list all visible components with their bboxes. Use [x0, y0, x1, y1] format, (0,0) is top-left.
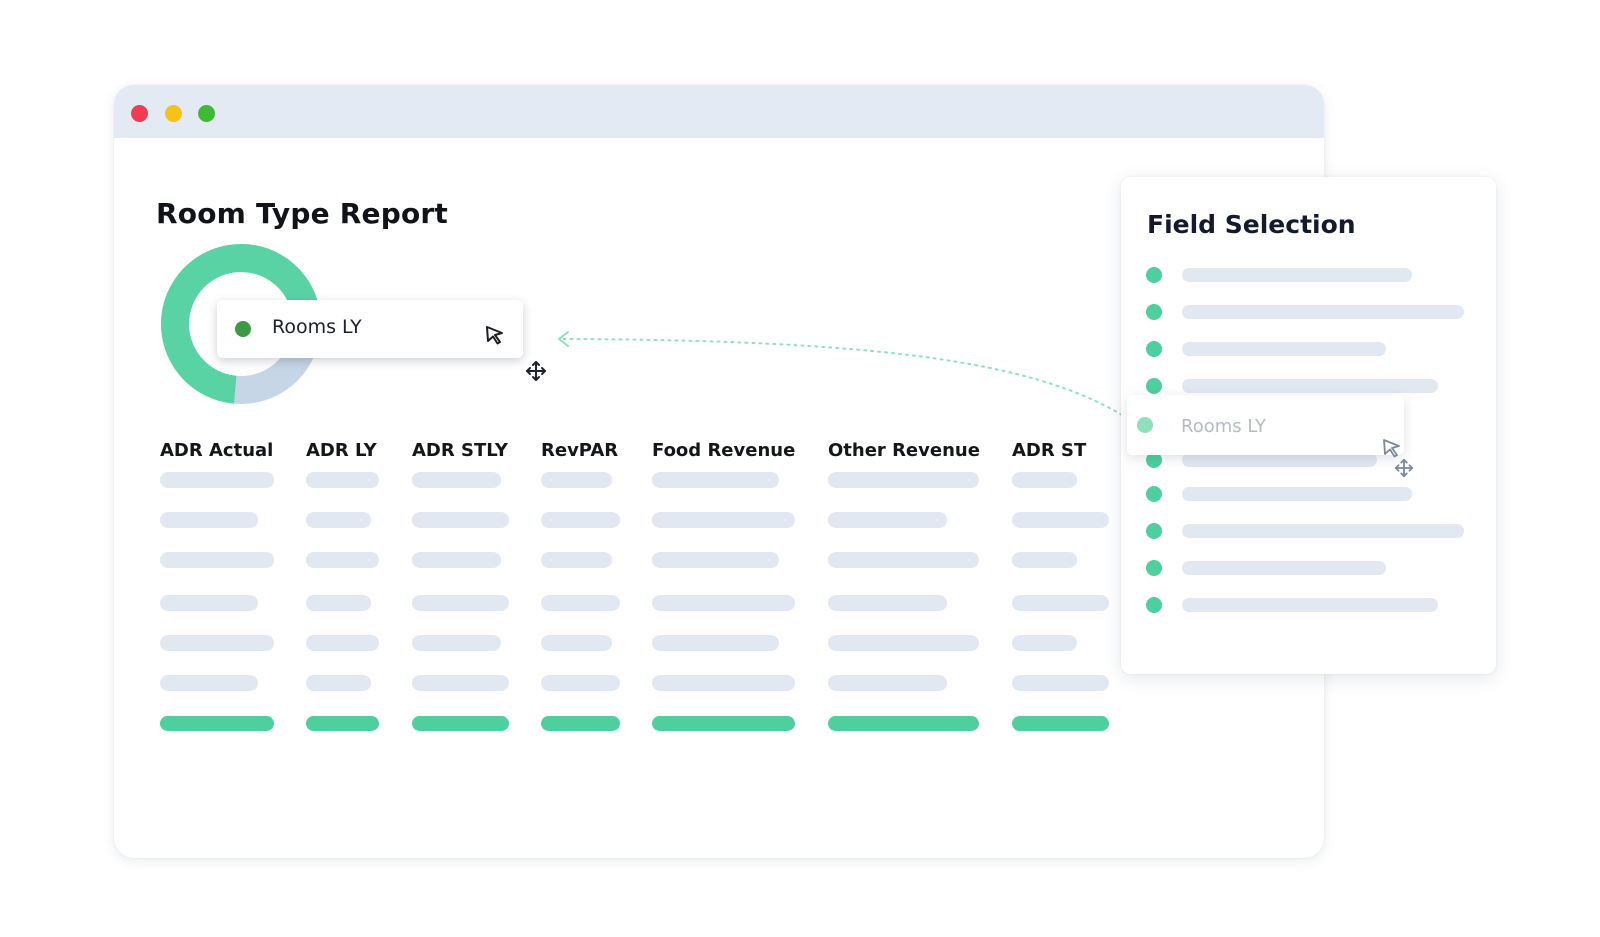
table-cell-placeholder [828, 675, 947, 691]
column-header[interactable]: ADR LY [306, 440, 377, 461]
table-cell-placeholder [541, 595, 620, 611]
table-cell-placeholder [652, 635, 779, 651]
table-cell-placeholder [652, 595, 795, 611]
table-total-bar [541, 716, 620, 731]
field-option-placeholder[interactable] [1182, 268, 1412, 282]
table-cell-placeholder [541, 635, 612, 651]
maximize-window-button[interactable] [198, 105, 215, 122]
dragged-field-item[interactable]: Rooms LY [1127, 395, 1404, 458]
field-dot [1146, 486, 1162, 502]
field-dot [1146, 523, 1162, 539]
table-cell-placeholder [1012, 675, 1109, 691]
table-cell-placeholder [652, 472, 779, 488]
table-total-bar [412, 716, 509, 731]
field-dot [1146, 341, 1162, 357]
table-cell-placeholder [828, 635, 979, 651]
field-dot [1146, 304, 1162, 320]
cursor-arrow-icon [1383, 439, 1400, 458]
minimize-window-button[interactable] [165, 105, 182, 122]
report-title: Room Type Report [156, 197, 448, 230]
field-dot [1146, 378, 1162, 394]
field-option-placeholder[interactable] [1182, 305, 1464, 319]
table-cell-placeholder [652, 512, 795, 528]
field-dot [1146, 597, 1162, 613]
table-cell-placeholder [306, 595, 371, 611]
column-header[interactable]: ADR ST [1012, 440, 1090, 461]
field-option-placeholder[interactable] [1182, 453, 1377, 467]
title-bar [114, 85, 1324, 138]
table-cell-placeholder [160, 675, 258, 691]
field-dot [1137, 417, 1153, 433]
tooltip-label: Rooms LY [272, 316, 362, 338]
table-cell-placeholder [306, 512, 371, 528]
table-cell-placeholder [306, 552, 379, 568]
table-total-bar [160, 716, 274, 731]
panel-title: Field Selection [1147, 210, 1356, 239]
table-cell-placeholder [306, 472, 379, 488]
table-cell-placeholder [1012, 635, 1077, 651]
table-total-bar [306, 716, 379, 731]
table-cell-placeholder [652, 552, 779, 568]
dragged-field-label: Rooms LY [1181, 416, 1266, 437]
table-cell-placeholder [160, 635, 274, 651]
table-cell-placeholder [652, 675, 795, 691]
field-option-placeholder[interactable] [1182, 379, 1438, 393]
table-cell-placeholder [412, 472, 501, 488]
field-option-placeholder[interactable] [1182, 524, 1464, 538]
column-header[interactable]: Other Revenue [828, 440, 980, 461]
table-total-bar [828, 716, 979, 731]
table-cell-placeholder [306, 675, 371, 691]
table-cell-placeholder [412, 595, 509, 611]
table-cell-placeholder [828, 552, 979, 568]
table-cell-placeholder [828, 472, 979, 488]
table-cell-placeholder [160, 552, 274, 568]
table-cell-placeholder [412, 512, 509, 528]
field-option-placeholder[interactable] [1182, 598, 1438, 612]
column-header[interactable]: RevPAR [541, 440, 618, 461]
cursor-arrow-icon [486, 326, 503, 345]
move-icon [526, 361, 546, 381]
table-cell-placeholder [828, 512, 947, 528]
table-cell-placeholder [1012, 595, 1109, 611]
move-icon [1394, 458, 1414, 478]
table-cell-placeholder [1012, 512, 1109, 528]
field-option-placeholder[interactable] [1182, 561, 1386, 575]
field-dot [1146, 560, 1162, 576]
table-cell-placeholder [306, 635, 379, 651]
table-cell-placeholder [412, 635, 501, 651]
table-cell-placeholder [412, 675, 509, 691]
field-option-placeholder[interactable] [1182, 487, 1412, 501]
table-cell-placeholder [541, 675, 620, 691]
close-window-button[interactable] [131, 105, 148, 122]
table-cell-placeholder [541, 512, 620, 528]
table-cell-placeholder [160, 595, 258, 611]
table-cell-placeholder [1012, 552, 1077, 568]
chart-tooltip[interactable]: Rooms LY [217, 300, 523, 358]
column-header[interactable]: ADR STLY [412, 440, 508, 461]
table-cell-placeholder [541, 472, 612, 488]
field-option-placeholder[interactable] [1182, 342, 1386, 356]
field-dot [1146, 267, 1162, 283]
table-cell-placeholder [412, 552, 501, 568]
table-cell-placeholder [828, 595, 947, 611]
legend-dot [235, 321, 251, 337]
table-total-bar [1012, 716, 1109, 731]
table-cell-placeholder [160, 472, 274, 488]
column-header[interactable]: Food Revenue [652, 440, 795, 461]
column-header[interactable]: ADR Actual [160, 440, 273, 461]
table-cell-placeholder [160, 512, 258, 528]
table-cell-placeholder [1012, 472, 1077, 488]
table-total-bar [652, 716, 795, 731]
table-cell-placeholder [541, 552, 612, 568]
